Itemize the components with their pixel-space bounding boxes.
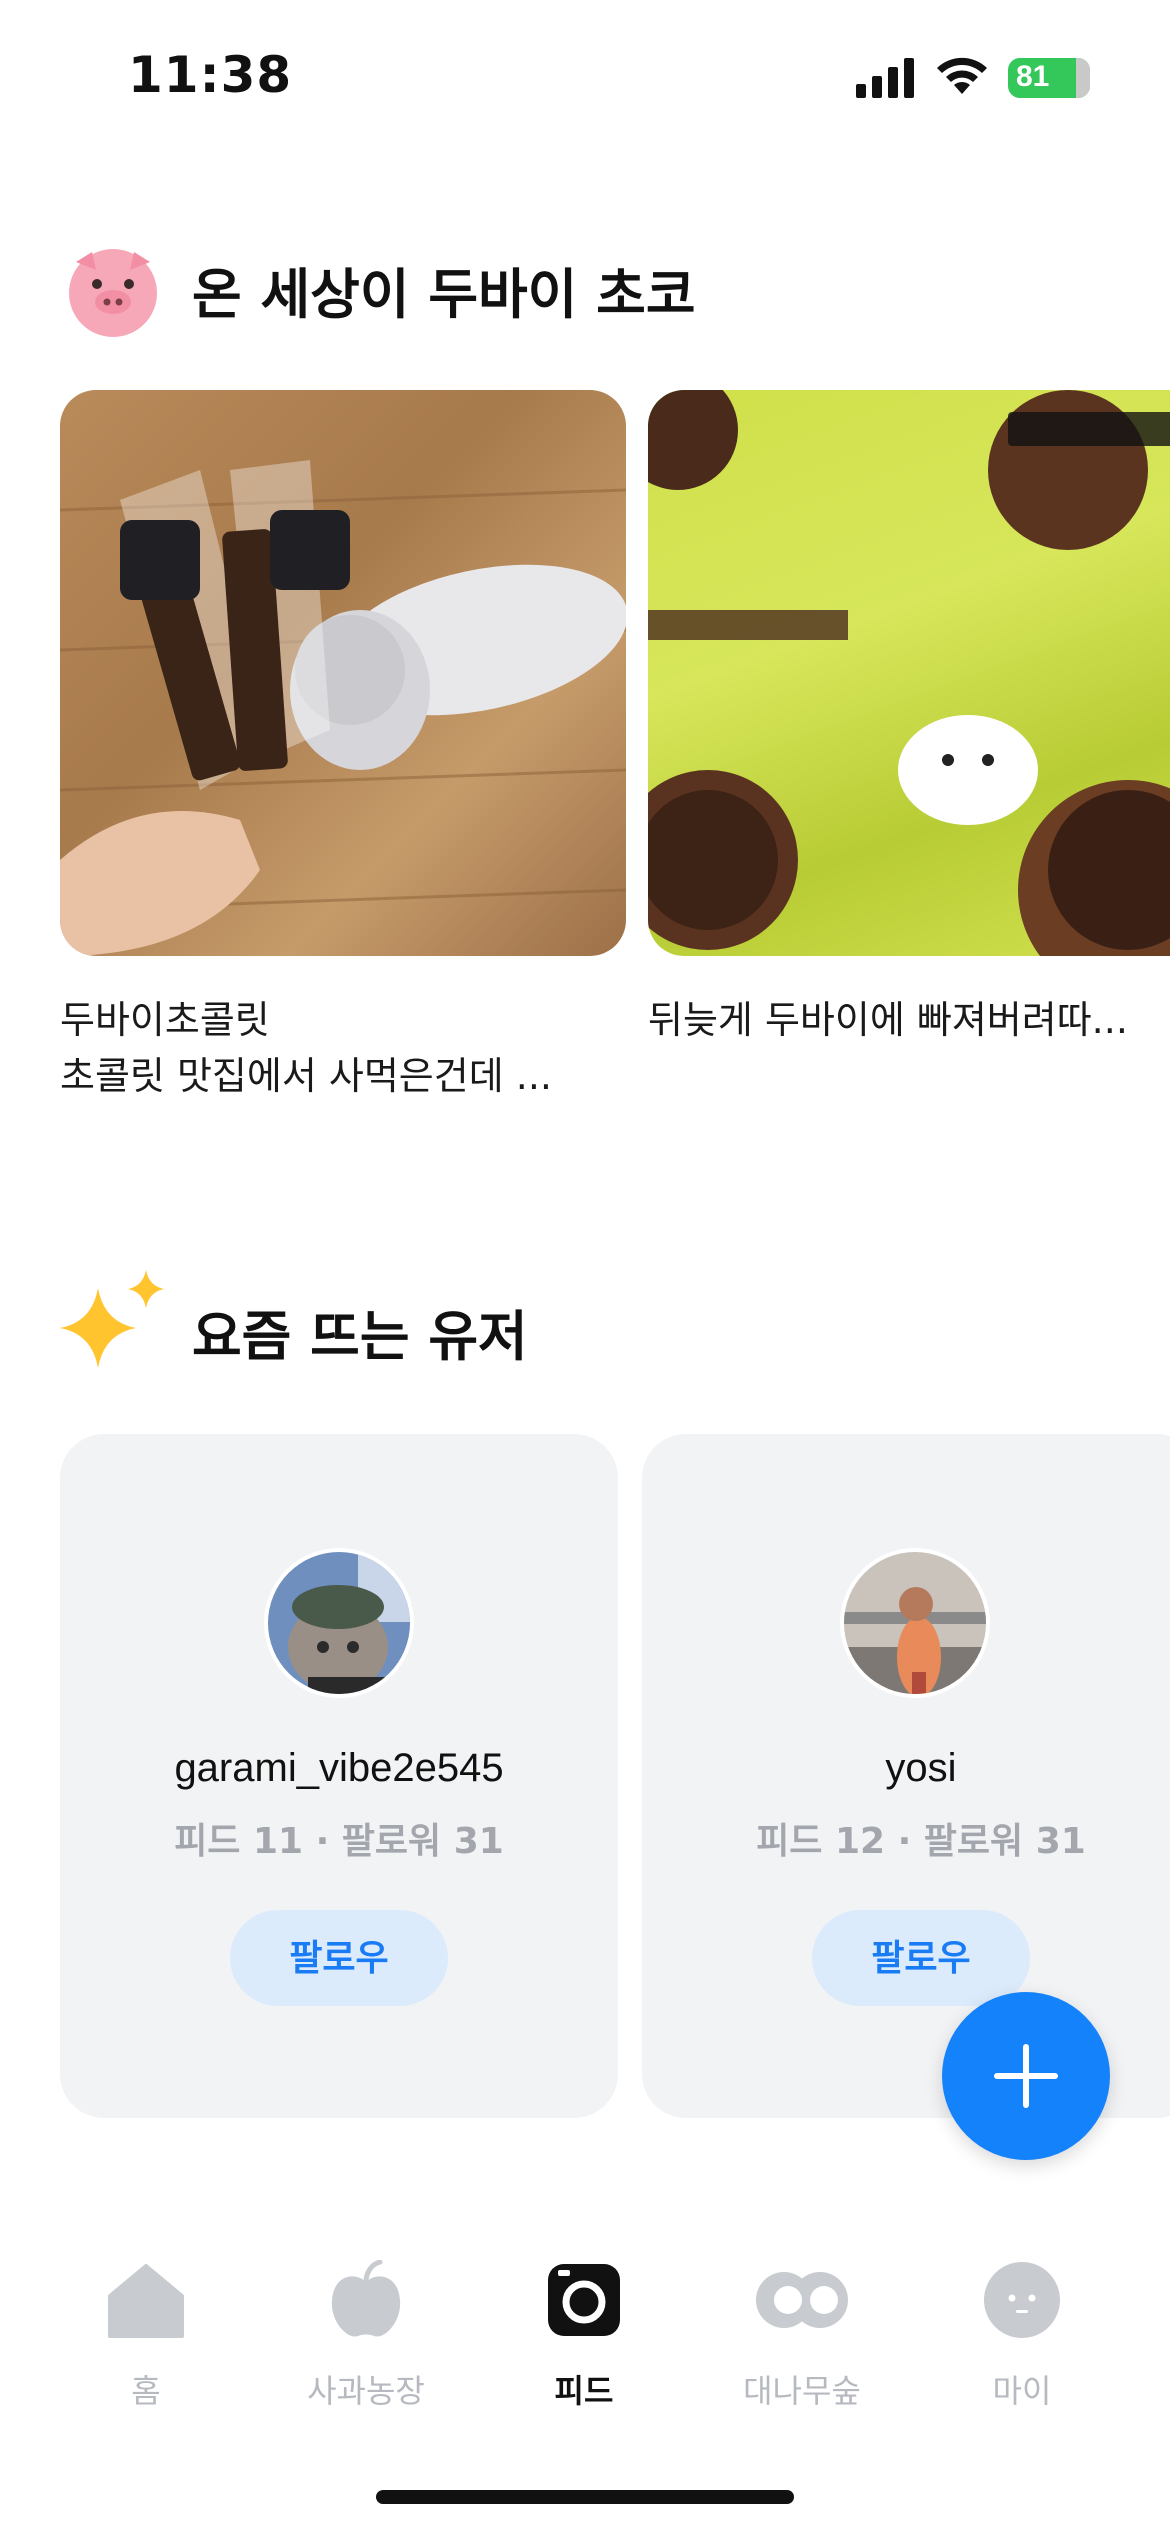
user-stats: 피드 11 · 팔로워 31 — [174, 1821, 504, 1862]
avatar-image — [844, 1552, 986, 1694]
home-indicator — [376, 2490, 794, 2504]
avatar[interactable] — [264, 1548, 414, 1698]
nav-label: 사과농장 — [307, 2372, 425, 2410]
username[interactable]: yosi — [642, 1746, 1170, 1791]
wifi-icon — [937, 57, 987, 94]
status-time: 11:38 — [128, 46, 293, 104]
plus-icon — [994, 2044, 1058, 2108]
nav-my[interactable]: 마이 — [932, 2260, 1112, 2412]
profile-icon — [984, 2262, 1060, 2338]
nav-label: 마이 — [992, 2372, 1052, 2410]
add-post-button[interactable] — [942, 1992, 1110, 2160]
chocolate-cookie-photo — [648, 390, 1170, 956]
nav-feed[interactable]: 피드 — [494, 2260, 674, 2412]
cat-chocolate-photo — [60, 460, 626, 956]
feed-image[interactable] — [648, 390, 1170, 956]
username[interactable]: garami_vibe2e545 — [60, 1746, 618, 1791]
feed-card[interactable]: 뒤늦게 두바이에 빠져버려따... — [648, 390, 1170, 1048]
section-title-trending: 요즘 뜨는 유저 — [192, 1305, 528, 1368]
feed-subtitle: 초콜릿 맛집에서 사먹은건데 ... — [60, 1054, 552, 1098]
follow-button[interactable]: 팔로우 — [230, 1910, 448, 2006]
home-icon — [108, 2264, 184, 2338]
battery-empty-segment — [1076, 58, 1090, 98]
pig-icon — [69, 249, 157, 337]
battery-level: 81 — [1016, 60, 1050, 93]
apple-icon — [331, 2259, 401, 2337]
avatar[interactable] — [840, 1548, 990, 1698]
feed-card[interactable]: 두바이초콜릿 초콜릿 맛집에서 사먹은건데 ... — [60, 390, 626, 1104]
battery-icon: 81 — [1008, 58, 1090, 98]
signal-icon — [856, 58, 914, 98]
avatar-image — [268, 1552, 410, 1694]
nav-label: 대나무숲 — [743, 2372, 861, 2410]
nav-label: 피드 — [554, 2372, 614, 2410]
nav-home[interactable]: 홈 — [56, 2260, 236, 2412]
user-stats: 피드 12 · 팔로워 31 — [756, 1821, 1086, 1862]
user-card[interactable]: garami_vibe2e545 피드 11 · 팔로워 31 팔로우 — [60, 1434, 618, 2118]
nav-apple-farm[interactable]: 사과농장 — [276, 2259, 456, 2412]
sparkle-icon — [60, 1270, 164, 1368]
feed-title: 두바이초콜릿 — [60, 998, 270, 1042]
camera-icon — [548, 2264, 620, 2336]
feed-title: 뒤늦게 두바이에 빠져버려따... — [648, 998, 1128, 1042]
section-title-dubai: 온 세상이 두바이 초코 — [192, 263, 696, 326]
bamboo-icon — [756, 2272, 848, 2328]
nav-bamboo-forest[interactable]: 대나무숲 — [712, 2260, 892, 2412]
feed-image[interactable] — [60, 390, 626, 956]
nav-label: 홈 — [131, 2372, 161, 2410]
